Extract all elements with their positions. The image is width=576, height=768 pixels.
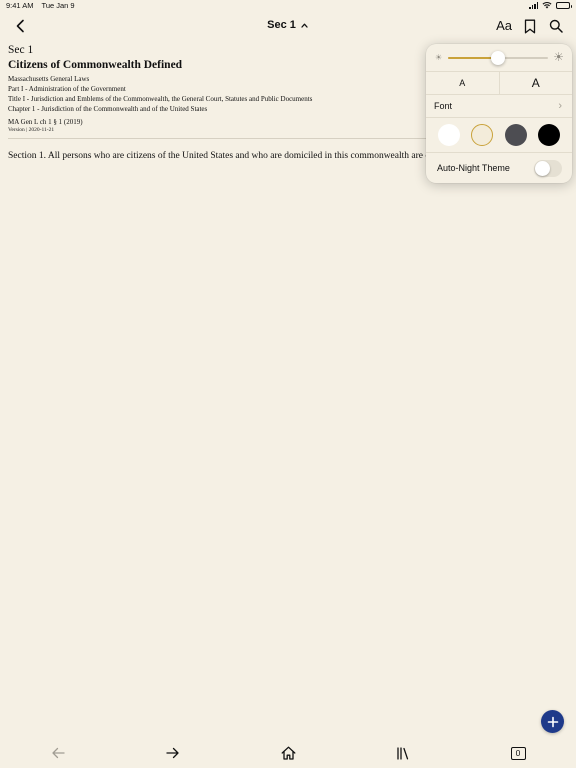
nav-actions: Aa [496, 17, 564, 35]
bottom-toolbar: 0 [0, 740, 576, 768]
history-back-button[interactable] [49, 745, 67, 761]
status-bar: 9:41 AM Tue Jan 9 [0, 0, 576, 12]
nav-title-label: Sec 1 [267, 19, 296, 31]
search-button[interactable] [548, 17, 564, 35]
auto-night-row: Auto-Night Theme [426, 153, 572, 183]
home-icon [281, 746, 295, 760]
library-button[interactable] [394, 745, 412, 761]
brightness-row: ☀ ☀ [426, 44, 572, 72]
status-time: 9:41 AM [6, 1, 34, 10]
status-right [529, 1, 572, 9]
search-icon [549, 19, 563, 33]
font-row[interactable]: Font › [426, 95, 572, 118]
decrease-text-size-button[interactable]: A [426, 72, 499, 94]
status-left: 9:41 AM Tue Jan 9 [6, 1, 75, 10]
brightness-slider-thumb[interactable] [491, 51, 505, 65]
display-settings-popover: ☀ ☀ A A Font › Auto-Night Theme [426, 44, 572, 183]
theme-row [426, 118, 572, 153]
cellular-signal-icon [529, 2, 538, 9]
arrow-right-icon [166, 747, 179, 759]
text-settings-button[interactable]: Aa [496, 17, 512, 35]
theme-black-button[interactable] [538, 124, 561, 146]
chevron-right-icon: › [558, 100, 562, 112]
plus-icon [547, 716, 558, 727]
text-size-row: A A [426, 72, 572, 95]
tabs-button[interactable]: 0 [509, 745, 527, 761]
font-label: Font [434, 101, 453, 111]
increase-text-size-button[interactable]: A [498, 72, 573, 94]
battery-icon [556, 1, 572, 9]
auto-night-label: Auto-Night Theme [437, 163, 510, 173]
brightness-high-icon: ☀ [553, 50, 564, 64]
section-body-text: Section 1. All persons who are citizens … [8, 151, 428, 161]
nav-bar: Sec 1 Aa [0, 12, 576, 40]
theme-gray-button[interactable] [504, 124, 527, 146]
auto-night-toggle[interactable] [534, 159, 562, 177]
brightness-slider[interactable] [448, 51, 548, 65]
library-icon [397, 746, 409, 760]
bookmark-icon [524, 19, 536, 33]
home-button[interactable] [279, 745, 297, 761]
add-button[interactable] [541, 710, 564, 733]
divider [8, 138, 428, 139]
wifi-icon [542, 2, 552, 9]
history-forward-button[interactable] [164, 745, 182, 761]
theme-white-button[interactable] [437, 124, 460, 146]
theme-sepia-button[interactable] [471, 124, 494, 146]
status-date: Tue Jan 9 [41, 1, 75, 10]
toggle-knob [535, 160, 550, 176]
chevron-up-icon [301, 23, 308, 28]
bookmark-button[interactable] [522, 17, 538, 35]
arrow-left-icon [52, 747, 65, 759]
brightness-low-icon: ☀ [435, 53, 443, 62]
tab-count: 0 [510, 746, 526, 760]
nav-title[interactable]: Sec 1 [0, 19, 576, 31]
